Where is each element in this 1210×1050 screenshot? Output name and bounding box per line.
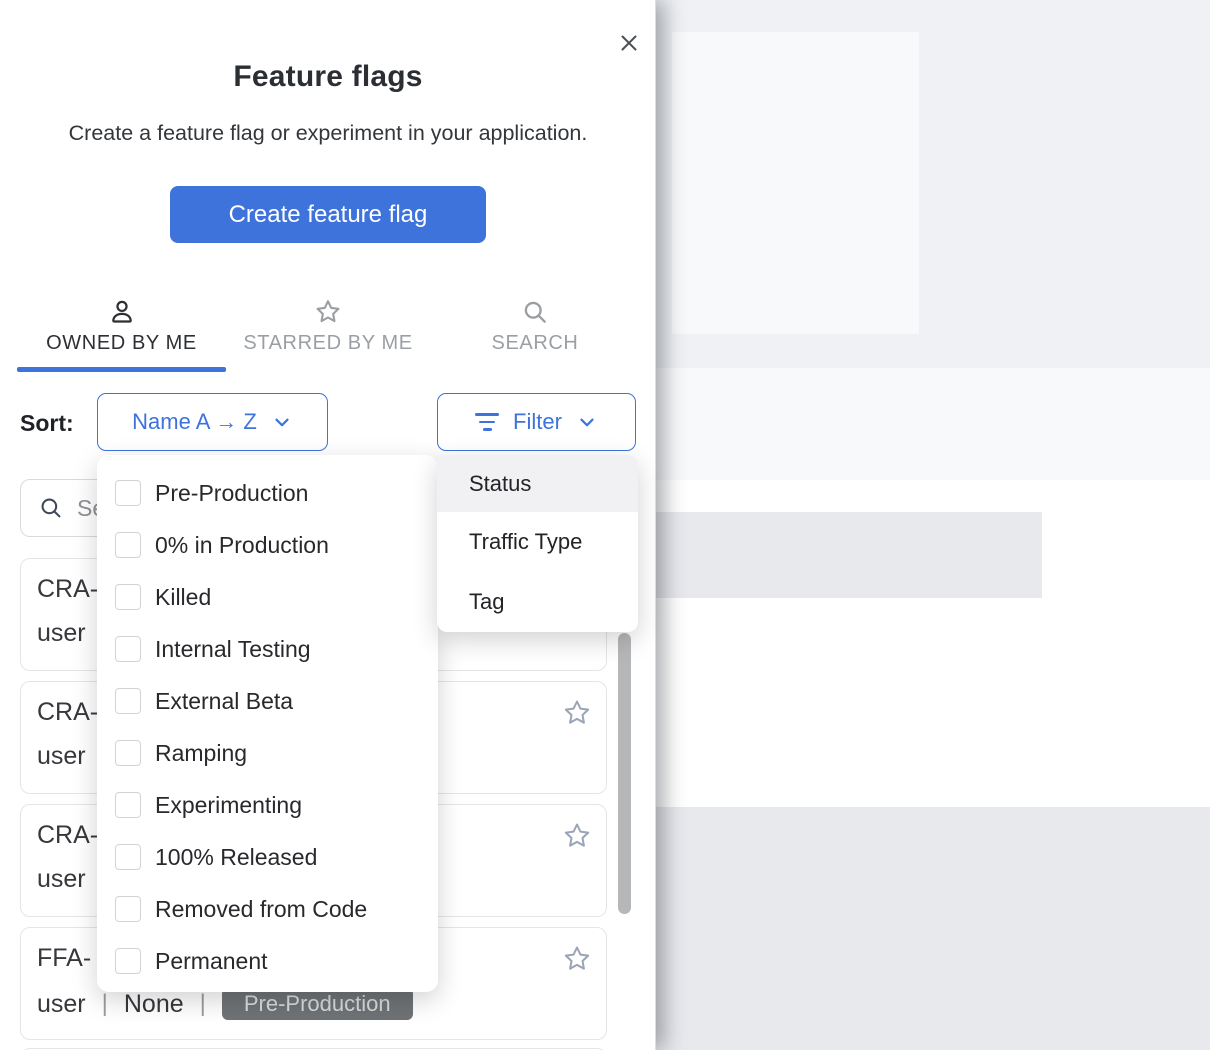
checkbox-unchecked[interactable] (115, 792, 141, 818)
tab-starred-by-me[interactable]: STARRED BY ME (230, 296, 426, 368)
chevron-down-icon (576, 411, 598, 433)
filter-category-menu: Status Traffic Type Tag (437, 455, 638, 632)
flag-tags: None (124, 990, 184, 1019)
flag-name: CRA- (37, 575, 98, 604)
menu-option[interactable]: Removed from Code (97, 883, 438, 935)
star-icon (314, 296, 342, 328)
background-skeleton-block-2 (656, 807, 1210, 1050)
flag-name: FFA- (37, 944, 91, 973)
checkbox-unchecked[interactable] (115, 844, 141, 870)
separator: | (102, 990, 108, 1018)
menu-option[interactable]: Experimenting (97, 779, 438, 831)
background-skeleton-card (672, 32, 919, 334)
star-toggle-icon[interactable] (562, 821, 592, 851)
menu-option[interactable]: 100% Released (97, 831, 438, 883)
tab-label: STARRED BY ME (243, 332, 412, 355)
menu-option[interactable]: 0% in Production (97, 519, 438, 571)
status-badge: Pre-Production (222, 988, 413, 1020)
close-button[interactable] (614, 28, 644, 58)
checkbox-unchecked[interactable] (115, 896, 141, 922)
menu-option[interactable]: External Beta (97, 675, 438, 727)
search-icon (38, 495, 64, 521)
flag-name: CRA- (37, 821, 98, 850)
checkbox-unchecked[interactable] (115, 688, 141, 714)
checkbox-unchecked[interactable] (115, 636, 141, 662)
filter-label: Filter (513, 409, 562, 435)
filter-icon (475, 413, 499, 431)
menu-option[interactable]: Pre-Production (97, 467, 438, 519)
menu-option[interactable]: Internal Testing (97, 623, 438, 675)
status-filter-menu: Pre-Production 0% in Production Killed I… (97, 455, 438, 992)
sort-label: Sort: (20, 410, 74, 437)
star-toggle-icon[interactable] (562, 698, 592, 728)
separator: | (200, 990, 206, 1018)
flag-name: CRA- (37, 698, 98, 727)
flag-traffic-type: user (37, 742, 86, 771)
tab-label: OWNED BY ME (46, 332, 197, 355)
page-subtitle: Create a feature flag or experiment in y… (0, 121, 656, 146)
active-tab-underline (17, 367, 226, 372)
menu-option[interactable]: Ramping (97, 727, 438, 779)
tab-owned-by-me[interactable]: OWNED BY ME (17, 296, 226, 368)
filter-menu-item-status[interactable]: Status (437, 455, 638, 512)
list-scrollbar[interactable] (618, 633, 631, 914)
star-toggle-icon[interactable] (562, 944, 592, 974)
page-title: Feature flags (0, 60, 656, 94)
flag-traffic-type: user (37, 865, 86, 894)
search-icon (521, 296, 549, 328)
filter-menu-item-traffic-type[interactable]: Traffic Type (437, 512, 638, 572)
person-icon (108, 296, 136, 328)
menu-option[interactable]: Killed (97, 571, 438, 623)
close-icon (617, 31, 641, 55)
checkbox-unchecked[interactable] (115, 584, 141, 610)
create-feature-flag-button[interactable]: Create feature flag (170, 186, 486, 243)
checkbox-unchecked[interactable] (115, 948, 141, 974)
menu-option[interactable]: Permanent (97, 935, 438, 987)
background-skeleton-strip (656, 368, 1210, 480)
sort-value: Name A → Z (132, 409, 257, 435)
background-skeleton-block-1 (656, 512, 1042, 598)
flag-traffic-type: user (37, 990, 86, 1019)
checkbox-unchecked[interactable] (115, 532, 141, 558)
tab-label: SEARCH (492, 332, 579, 355)
feature-flags-panel: Feature flags Create a feature flag or e… (0, 0, 656, 1050)
tab-search[interactable]: SEARCH (463, 296, 607, 368)
screen: Feature flags Create a feature flag or e… (0, 0, 1210, 1050)
checkbox-unchecked[interactable] (115, 480, 141, 506)
sort-dropdown-button[interactable]: Name A → Z (97, 393, 328, 451)
filter-dropdown-button[interactable]: Filter (437, 393, 636, 451)
filter-menu-item-tag[interactable]: Tag (437, 572, 638, 632)
flag-traffic-type: user (37, 619, 86, 648)
checkbox-unchecked[interactable] (115, 740, 141, 766)
chevron-down-icon (271, 411, 293, 433)
